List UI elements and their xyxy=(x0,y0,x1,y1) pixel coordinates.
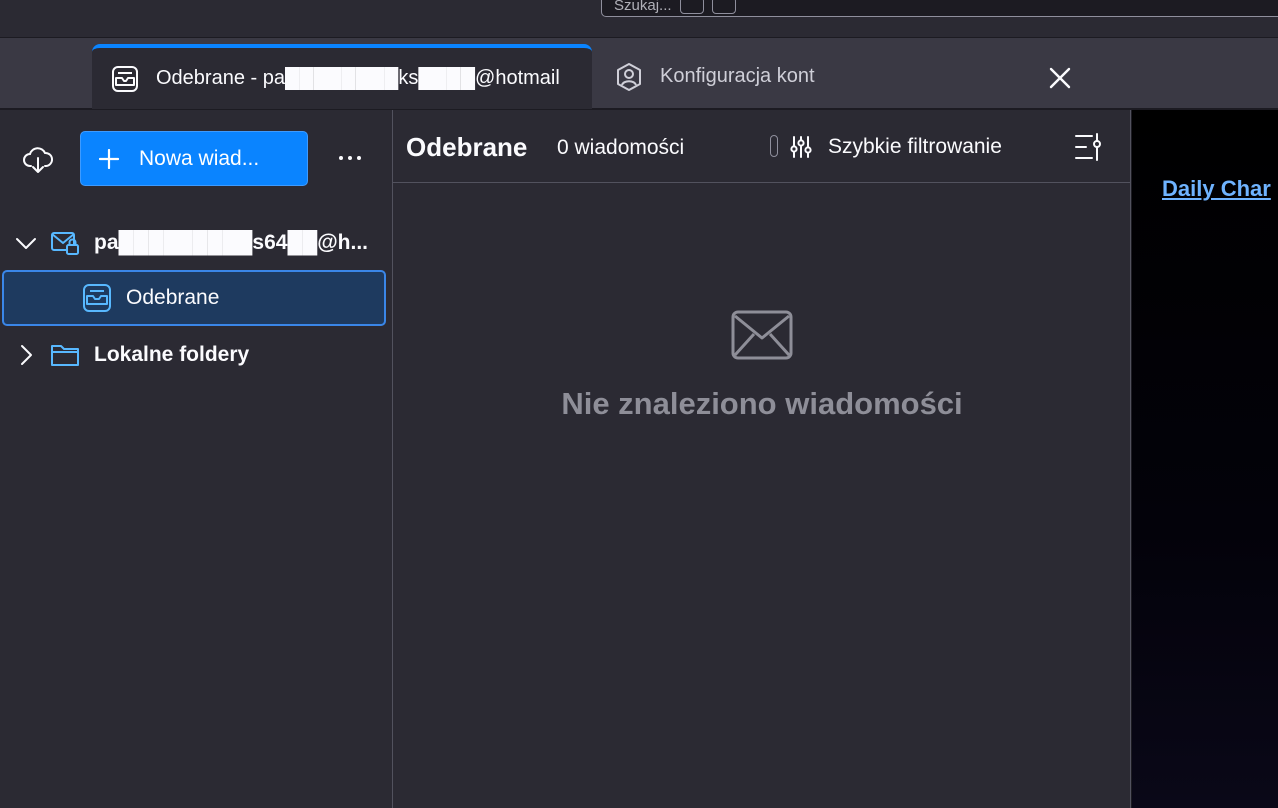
inbox-label: Odebrane xyxy=(126,286,220,309)
sliders-icon xyxy=(790,136,812,158)
tab-inbox[interactable]: Odebrane - pa████████ks████@hotmail xyxy=(92,44,592,109)
quick-filter-label: Szybkie filtrowanie xyxy=(828,135,1002,158)
top-toolbar: Szukaj... xyxy=(0,0,1278,38)
chevron-right-icon[interactable] xyxy=(14,343,38,367)
close-icon xyxy=(1049,67,1071,89)
message-preview-pane: Daily Char xyxy=(1132,110,1278,808)
global-search-input[interactable]: Szukaj... xyxy=(601,0,1278,17)
empty-message: Nie znaleziono wiadomości xyxy=(561,386,963,421)
search-placeholder: Szukaj... xyxy=(614,0,672,14)
folder-tree-inbox[interactable]: Odebrane xyxy=(2,270,386,326)
more-horizontal-icon xyxy=(339,156,361,160)
account-settings-icon xyxy=(617,62,641,91)
tab-strip: Odebrane - pa████████ks████@hotmail Konf… xyxy=(0,38,1278,109)
new-message-button[interactable]: Nowa wiad... xyxy=(80,131,308,186)
envelope-icon xyxy=(731,310,793,360)
local-folders-label: Lokalne foldery xyxy=(94,343,250,366)
folder-pane: Nowa wiad... pa█████████s64██@h... Odebr… xyxy=(0,110,393,808)
list-display-options-icon[interactable] xyxy=(1073,132,1103,162)
folder-pane-menu-button[interactable] xyxy=(330,140,370,176)
chevron-down-icon[interactable] xyxy=(14,231,38,255)
message-list-header: Odebrane 0 wiadomości Szybkie filtrowani… xyxy=(393,110,1131,183)
message-list-pane: Odebrane 0 wiadomości Szybkie filtrowani… xyxy=(393,110,1131,808)
shortcut-key-icon xyxy=(711,0,736,14)
folder-icon xyxy=(51,345,79,366)
shortcut-key-icon xyxy=(679,0,704,14)
tab-label: Odebrane - pa████████ks████@hotmail xyxy=(156,67,560,89)
folder-title: Odebrane xyxy=(406,132,528,162)
filter-toggle[interactable] xyxy=(770,135,778,157)
message-count: 0 wiadomości xyxy=(557,136,685,159)
tab-account-settings[interactable]: Konfiguracja kont xyxy=(596,44,1016,109)
account-label: pa█████████s64██@h... xyxy=(94,231,369,254)
inbox-icon xyxy=(83,284,111,312)
tab-label: Konfiguracja kont xyxy=(660,65,815,87)
cloud-download-icon xyxy=(23,147,53,173)
quick-filter-button[interactable]: Szybkie filtrowanie xyxy=(789,132,1002,162)
inbox-icon xyxy=(112,65,138,92)
mail-account-icon xyxy=(51,232,79,255)
new-message-label: Nowa wiad... xyxy=(139,146,260,170)
get-messages-button[interactable] xyxy=(18,140,58,180)
folder-tree-local-folders[interactable]: Lokalne foldery xyxy=(2,327,386,383)
empty-state: Nie znaleziono wiadomości xyxy=(393,310,1131,422)
plus-icon xyxy=(99,148,119,169)
thunderbird-window: Szukaj... Odebrane - pa████████ks████@ho… xyxy=(0,0,1278,808)
close-tab-button[interactable] xyxy=(1044,62,1076,94)
preview-link[interactable]: Daily Char xyxy=(1162,176,1271,202)
folder-tree-account[interactable]: pa█████████s64██@h... xyxy=(2,215,386,271)
